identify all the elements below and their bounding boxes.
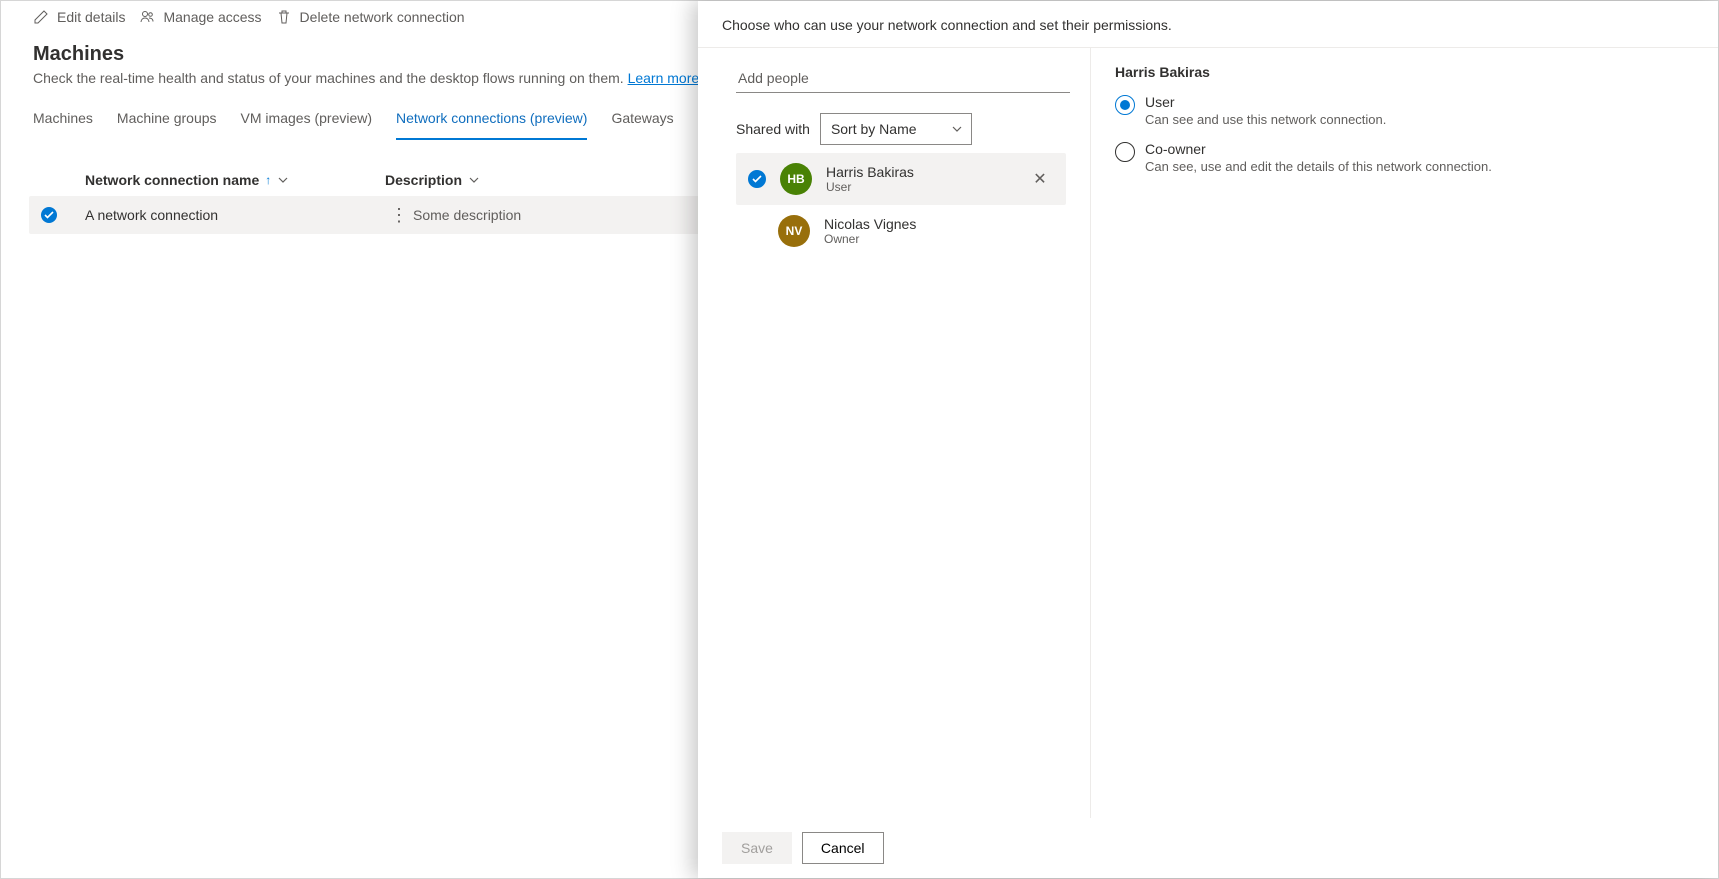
tab-network-connections[interactable]: Network connections (preview) <box>396 106 587 140</box>
avatar: HB <box>780 163 812 195</box>
cancel-button[interactable]: Cancel <box>802 832 884 864</box>
shared-with-label: Shared with <box>736 121 810 137</box>
row-selected-icon[interactable] <box>41 207 57 223</box>
manage-access-command[interactable]: Manage access <box>139 9 261 25</box>
people-icon <box>139 9 155 25</box>
edit-details-command[interactable]: Edit details <box>33 9 125 25</box>
share-panel: Choose who can use your network connecti… <box>698 1 1718 878</box>
person-name: Harris Bakiras <box>826 164 1012 180</box>
add-people-input[interactable] <box>736 64 1070 93</box>
remove-person-button[interactable]: ✕ <box>1026 169 1054 189</box>
sort-asc-icon: ↑ <box>265 173 271 187</box>
person-row[interactable]: NV Nicolas Vignes Owner <box>736 205 1066 257</box>
tab-vm-images[interactable]: VM images (preview) <box>241 106 372 140</box>
radio-button[interactable] <box>1115 142 1135 162</box>
save-button[interactable]: Save <box>722 832 792 864</box>
edit-icon <box>33 9 49 25</box>
permission-option-user[interactable]: User Can see and use this network connec… <box>1115 94 1694 127</box>
chevron-down-icon <box>277 174 289 186</box>
tab-machines[interactable]: Machines <box>33 106 93 140</box>
permissions-column: Harris Bakiras User Can see and use this… <box>1090 48 1718 818</box>
permission-option-coowner[interactable]: Co-owner Can see, use and edit the detai… <box>1115 141 1694 174</box>
person-role: User <box>826 180 1012 194</box>
person-name: Nicolas Vignes <box>824 216 1054 232</box>
permission-desc: Can see and use this network connection. <box>1145 112 1386 127</box>
avatar: NV <box>778 215 810 247</box>
row-name: A network connection <box>85 207 385 223</box>
column-name-header[interactable]: Network connection name ↑ <box>85 172 385 188</box>
row-menu-button[interactable]: ⋮ <box>385 206 413 224</box>
person-role: Owner <box>824 232 1054 246</box>
learn-more-link[interactable]: Learn more <box>628 70 700 86</box>
panel-footer: Save Cancel <box>698 818 1718 878</box>
sort-dropdown[interactable]: Sort by Name <box>820 113 972 145</box>
edit-details-label: Edit details <box>57 9 125 25</box>
selected-person-heading: Harris Bakiras <box>1115 64 1694 80</box>
trash-icon <box>276 9 292 25</box>
chevron-down-icon <box>468 174 480 186</box>
tab-machine-groups[interactable]: Machine groups <box>117 106 217 140</box>
delete-command[interactable]: Delete network connection <box>276 9 465 25</box>
chevron-down-icon <box>951 123 963 135</box>
people-list: HB Harris Bakiras User ✕ NV Nicolas Vign… <box>736 153 1066 257</box>
permission-label: Co-owner <box>1145 141 1492 157</box>
radio-button[interactable] <box>1115 95 1135 115</box>
delete-label: Delete network connection <box>300 9 465 25</box>
panel-title: Choose who can use your network connecti… <box>698 1 1718 48</box>
permission-desc: Can see, use and edit the details of thi… <box>1145 159 1492 174</box>
person-select-indicator[interactable] <box>748 170 766 188</box>
person-row[interactable]: HB Harris Bakiras User ✕ <box>736 153 1066 205</box>
share-column: Shared with Sort by Name HB Harris Bakir… <box>698 48 1090 818</box>
tab-gateways[interactable]: Gateways <box>611 106 673 140</box>
permission-label: User <box>1145 94 1386 110</box>
manage-access-label: Manage access <box>163 9 261 25</box>
